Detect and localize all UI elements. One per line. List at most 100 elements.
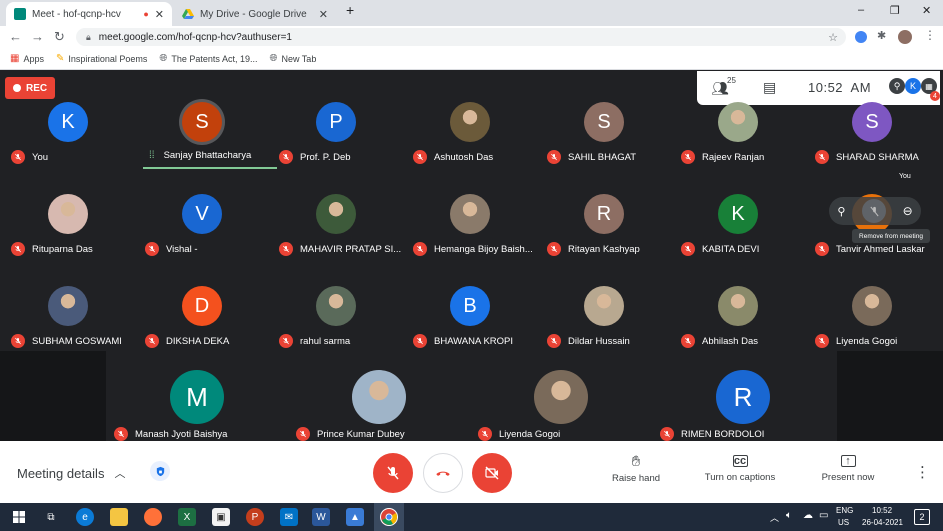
windows-start-icon[interactable] — [10, 508, 28, 526]
participant-avatar: K — [48, 102, 88, 142]
firefox-icon[interactable] — [144, 508, 162, 526]
chat-icon[interactable]: ▤ — [763, 79, 776, 96]
tab-close-icon[interactable]: ✕ — [319, 8, 328, 21]
tab-drive[interactable]: My Drive - Google Drive ✕ — [174, 2, 336, 26]
participant-tile[interactable]: rahul sarma — [271, 280, 401, 368]
participant-tile[interactable]: S SAHIL BHAGAT — [539, 96, 669, 184]
participant-name: SUBHAM GOSWAMI — [32, 335, 122, 347]
photos-icon[interactable]: ▲ — [346, 508, 364, 526]
participant-avatar: V — [182, 194, 222, 234]
bookmark-label: Inspirational Poems — [68, 53, 148, 64]
participant-name: Abhilash Das — [702, 335, 758, 347]
chrome-icon[interactable] — [380, 508, 398, 526]
url-field[interactable]: 🔒︎ meet.google.com/hof-qcnp-hcv?authuser… — [76, 28, 846, 46]
participant-tile[interactable]: K You — [3, 96, 133, 184]
bookmark-favicon-icon: ✎ — [55, 53, 65, 64]
bookmark-apps[interactable]: ▦ Apps — [10, 53, 44, 64]
profile-avatar[interactable] — [898, 30, 912, 44]
participant-tile[interactable]: P Prof. P. Deb — [271, 96, 401, 184]
rec-label: REC — [26, 82, 48, 94]
bookmarks-bar: ▦ Apps ✎ Inspirational Poems 🌐︎ The Pate… — [0, 48, 943, 70]
pin-icon[interactable]: ⚲ — [889, 78, 905, 94]
more-options-icon[interactable]: ⋮ — [915, 463, 930, 481]
bookmark-inspirational-poems[interactable]: ✎ Inspirational Poems — [56, 53, 147, 64]
captions-button[interactable]: cc Turn on captions — [700, 453, 780, 483]
forward-arrow-icon[interactable]: → — [31, 29, 44, 44]
participant-photo — [48, 194, 88, 234]
meeting-details-button[interactable]: Meeting details ︿ — [17, 465, 125, 481]
extension-icon[interactable] — [855, 31, 867, 43]
reload-icon[interactable]: ↻ — [54, 29, 65, 45]
back-arrow-icon[interactable]: ← — [9, 29, 22, 44]
url-text: meet.google.com/hof-qcnp-hcv?authuser=1 — [98, 31, 292, 43]
minimize-button[interactable]: – — [858, 4, 864, 16]
raise-hand-button[interactable]: ✋︎ Raise hand — [596, 453, 676, 484]
excel-icon[interactable]: X — [178, 508, 196, 526]
bookmark-new-tab[interactable]: 🌐︎ New Tab — [269, 53, 316, 64]
remove-tooltip: Remove from meeting — [852, 229, 930, 243]
participant-tile[interactable]: B BHAWANA KROPI — [405, 280, 535, 368]
participant-tile[interactable]: D DIKSHA DEKA — [137, 280, 267, 368]
participant-tile[interactable]: R Ritayan Kashyap — [539, 188, 669, 276]
tab-close-icon[interactable]: ✕ — [155, 8, 164, 21]
mail-icon[interactable]: ✉ — [280, 508, 298, 526]
participant-name-row: Prince Kumar Dubey — [296, 427, 405, 441]
you-indicator: You — [899, 173, 911, 180]
participant-tile[interactable]: MAHAVIR PRATAP SI... — [271, 188, 401, 276]
taskbar-date[interactable]: 26-04-2021 — [862, 518, 903, 527]
present-now-button[interactable]: ↑ Present now — [808, 453, 888, 483]
input-region[interactable]: US — [838, 518, 849, 527]
camera-toggle-button[interactable] — [472, 453, 512, 493]
participant-tile[interactable]: Ashutosh Das — [405, 96, 535, 184]
participant-tile[interactable]: Rituparna Das — [3, 188, 133, 276]
participant-tile[interactable]: Abhilash Das — [673, 280, 803, 368]
participant-avatar: S — [852, 102, 892, 142]
mic-toggle-button[interactable] — [373, 453, 413, 493]
bookmark-star-icon[interactable]: ☆ — [828, 31, 838, 44]
participant-photo — [584, 286, 624, 326]
mic-off-icon — [815, 334, 829, 348]
mic-off-icon — [478, 427, 492, 441]
participant-name-row: Dildar Hussain — [547, 334, 630, 348]
word-icon[interactable]: W — [312, 508, 330, 526]
participant-avatar: R — [584, 194, 624, 234]
cloud-icon[interactable]: ☁︎ — [803, 510, 813, 521]
pin-tile-icon[interactable]: ⚲ — [837, 205, 845, 218]
file-explorer-icon[interactable] — [110, 508, 128, 526]
powerpoint-icon[interactable]: P — [246, 508, 264, 526]
edge-icon[interactable]: e — [76, 508, 94, 526]
bookmark-patents-act[interactable]: 🌐︎ The Patents Act, 19... — [159, 53, 257, 64]
participant-tile[interactable]: S ⁞⁞ Sanjay Bhattacharya — [137, 96, 277, 184]
participant-tile[interactable]: V Vishal - — [137, 188, 267, 276]
participant-name-row: Liyenda Gogoi — [478, 427, 560, 441]
window-close-button[interactable]: ✕ — [922, 4, 931, 17]
new-tab-button[interactable]: + — [346, 2, 354, 18]
globe-icon: 🌐︎ — [269, 53, 278, 64]
participant-tile[interactable]: S SHARAD SHARMA — [807, 96, 937, 184]
participant-tile[interactable]: Hemanga Bijoy Baish... — [405, 188, 535, 276]
notification-center-icon[interactable]: 2 — [914, 509, 930, 525]
meet-participant-grid: REC 👥︎ 25 ▤ 10:52 AM ⚲ K ▦ 4 K You S ⁞⁞ Sanj… — [0, 71, 943, 441]
taskbar-time[interactable]: 10:52 — [872, 506, 892, 515]
task-view-icon[interactable]: ⧉ — [42, 508, 60, 526]
shield-lock-icon[interactable] — [150, 461, 170, 481]
raise-hand-label: Raise hand — [611, 473, 661, 484]
maximize-button[interactable]: ❐ — [890, 4, 900, 17]
store-icon[interactable]: ▣ — [212, 508, 230, 526]
extensions-puzzle-icon[interactable]: ✱ — [877, 29, 886, 42]
recording-dot-icon: ● — [143, 9, 149, 19]
meeting-clock: 10:52 AM — [808, 80, 872, 95]
volume-icon[interactable]: 🔈︎ — [786, 510, 792, 521]
participant-tile[interactable]: K KABITA DEVI — [673, 188, 803, 276]
tray-chevron-icon[interactable]: ︿ — [770, 511, 779, 524]
captions-icon: cc — [732, 455, 748, 467]
leave-call-button[interactable] — [423, 453, 463, 493]
chrome-menu-icon[interactable]: ⋮ — [924, 28, 936, 42]
tab-meet[interactable]: Meet - hof-qcnp-hcv ● ✕ — [6, 2, 172, 26]
input-language[interactable]: ENG — [836, 506, 853, 515]
participant-tile[interactable]: Dildar Hussain — [539, 280, 669, 368]
participant-tile[interactable]: Rajeev Ranjan — [673, 96, 803, 184]
mute-participant-button[interactable] — [862, 199, 886, 223]
network-icon[interactable]: ▭ — [819, 510, 828, 521]
remove-participant-icon[interactable]: ⊖ — [903, 204, 913, 218]
